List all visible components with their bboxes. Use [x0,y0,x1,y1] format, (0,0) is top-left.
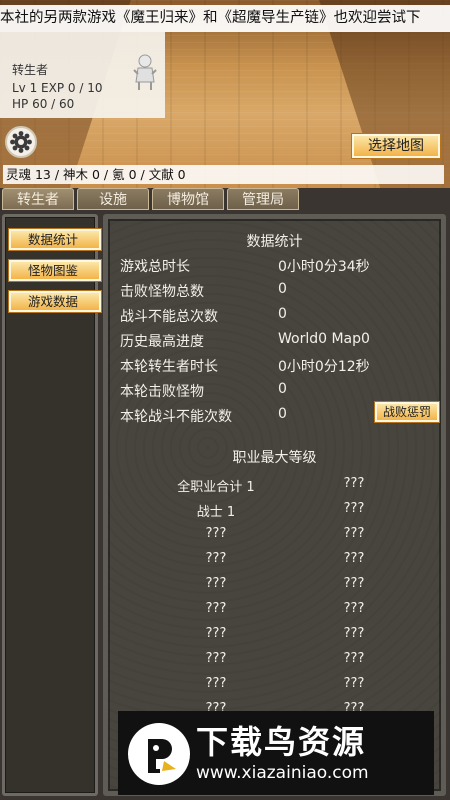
bird-logo-icon [128,723,190,785]
job-level: ??? [343,601,365,616]
museum-sidebar: 数据统计 怪物图鉴 游戏数据 [2,214,101,796]
watermark-url: www.xiazainiao.com [196,763,369,783]
stat-value: 0小时0分34秒 [278,259,370,275]
job-name: ??? [205,526,227,541]
stat-label: 本轮战斗不能次数 [120,409,232,425]
job-max-level-title: 职业最大等级 [232,450,317,466]
job-row: ??? ??? [108,526,441,548]
job-level: ??? [343,501,365,516]
sidebar-item-statistics[interactable]: 数据统计 [9,229,101,250]
stat-label: 本轮击败怪物 [120,384,204,400]
job-level: ??? [343,626,365,641]
watermark-banner: 下载鸟资源 www.xiazainiao.com [118,711,434,795]
character-hp: HP 60 / 60 [12,97,75,111]
stat-value: World0 Map0 [278,331,370,347]
job-row: ??? ??? [108,551,441,573]
stat-value: 0 [278,306,287,322]
watermark-title: 下载鸟资源 [196,723,367,761]
tab-museum[interactable]: 博物馆 [152,188,224,210]
character-sprite-icon [133,54,157,90]
job-name: ??? [205,576,227,591]
settings-gear-icon[interactable] [5,126,37,158]
news-ticker: 本社的另两款游戏《魔王归来》和《超魔导生产链》也欢迎尝试下 [0,5,450,32]
job-row: ??? ??? [108,676,441,698]
job-level: ??? [343,526,365,541]
job-name: ??? [205,601,227,616]
job-name: ??? [205,551,227,566]
stat-label: 游戏总时长 [120,259,190,275]
statistics-panel: 数据统计 游戏总时长 0小时0分34秒 击败怪物总数 0 战斗不能总次数 0 历… [103,214,446,796]
main-tab-bar: 转生者 设施 博物馆 管理局 [0,188,450,212]
stat-value: 0 [278,406,287,422]
job-level: ??? [343,676,365,691]
job-name: ??? [205,651,227,666]
job-row: 战士 1 ??? [108,501,441,523]
stat-value: 0小时0分12秒 [278,359,370,375]
stat-row: 本轮击败怪物 0 [120,381,440,403]
job-row: ??? ??? [108,626,441,648]
job-name: ??? [205,676,227,691]
sidebar-item-game-data[interactable]: 游戏数据 [9,291,101,312]
stat-label: 本轮转生者时长 [120,359,218,375]
job-level: ??? [343,551,365,566]
job-name: 全职业合计 1 [177,480,255,495]
tab-bureau[interactable]: 管理局 [227,188,299,210]
stat-row: 历史最高进度 World0 Map0 [120,331,440,353]
job-name: 战士 1 [196,505,236,520]
stat-label: 战斗不能总次数 [120,309,218,325]
stat-row: 游戏总时长 0小时0分34秒 [120,256,440,278]
stat-value: 0 [278,281,287,297]
stat-row: 战斗不能总次数 0 [120,306,440,328]
resource-bar: 灵魂 13 / 神木 0 / 氪 0 / 文献 0 [3,165,444,184]
stat-row: 击败怪物总数 0 [120,281,440,303]
sidebar-item-monster-encyclopedia[interactable]: 怪物图鉴 [9,260,101,281]
job-level: ??? [343,576,365,591]
stat-label: 击败怪物总数 [120,284,204,300]
stat-row: 本轮转生者时长 0小时0分12秒 [120,356,440,378]
job-level: ??? [343,476,365,491]
job-row: ??? ??? [108,601,441,623]
stat-value: 0 [278,381,287,397]
job-level: ??? [343,651,365,666]
job-row: ??? ??? [108,576,441,598]
stat-label: 历史最高进度 [120,334,204,350]
tab-facilities[interactable]: 设施 [77,188,149,210]
job-row: ??? ??? [108,651,441,673]
panel-title: 数据统计 [246,234,303,250]
select-map-button[interactable]: 选择地图 [352,134,440,158]
tab-reincarnator[interactable]: 转生者 [2,188,74,210]
job-row: 全职业合计 1 ??? [108,476,441,498]
fail-penalty-button[interactable]: 战败惩罚 [375,402,439,422]
character-card[interactable]: 转生者 Lv 1 EXP 0 / 10 HP 60 / 60 [0,32,165,118]
job-name: ??? [205,626,227,641]
